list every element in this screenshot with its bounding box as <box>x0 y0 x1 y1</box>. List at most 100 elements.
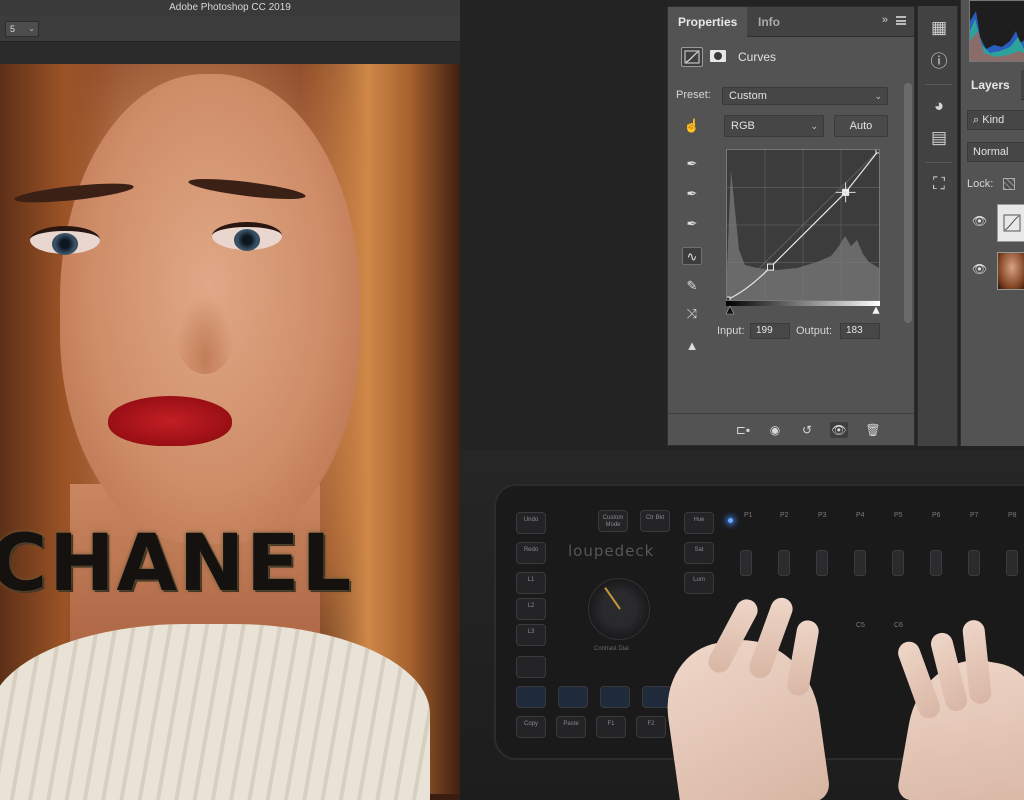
toggle-visibility-icon[interactable]: 👁 <box>830 422 848 438</box>
curve-point-tool-icon[interactable]: ∿ <box>682 247 702 265</box>
ld-key-paste[interactable]: Paste <box>556 716 586 738</box>
preset-value: Custom <box>729 90 767 102</box>
layer-row-background[interactable]: 👁 <box>961 248 1024 294</box>
ld-slider-1[interactable] <box>740 550 752 576</box>
ld-key-col[interactable] <box>516 656 546 678</box>
ld-key-redo[interactable]: Redo <box>516 542 546 564</box>
view-previous-state-icon[interactable]: ◉ <box>766 422 784 438</box>
canvas-gap <box>0 42 460 64</box>
channel-dropdown[interactable]: RGB ⌄ <box>724 115 824 137</box>
ld-key-ctr-bkt[interactable]: Ctr Bkt <box>640 510 670 532</box>
ld-key-l1[interactable]: L1 <box>516 572 546 594</box>
document-canvas-photo[interactable]: CHANEL <box>0 64 460 800</box>
ld-key-hue[interactable]: Hue <box>684 512 714 534</box>
layer-filter-value: Kind <box>982 114 1005 126</box>
black-input-slider-icon <box>725 305 735 315</box>
delete-adjustment-icon[interactable]: 🗑 <box>864 422 882 438</box>
input-label: Input: <box>717 325 745 337</box>
white-point-eyedropper-icon[interactable]: ✒ <box>682 215 702 233</box>
curves-adjustment-icon[interactable] <box>681 47 703 67</box>
contrast-dial[interactable] <box>588 578 650 640</box>
lock-transparency-icon[interactable] <box>1003 178 1015 190</box>
properties-panel-tabs: Properties Info » <box>668 7 914 37</box>
ld-key-undo[interactable]: Undo <box>516 512 546 534</box>
clip-to-layer-icon[interactable]: ⊏▪ <box>734 422 752 438</box>
blend-mode-dropdown[interactable]: Normal <box>967 142 1024 162</box>
color-panel-icon[interactable]: ◕ <box>927 94 951 118</box>
properties-scrollbar[interactable] <box>904 79 912 409</box>
panel-menu-icon[interactable] <box>896 16 906 25</box>
reset-adjustment-icon[interactable]: ↺ <box>798 422 816 438</box>
ld-key-custom-mode[interactable]: Custom Mode <box>598 510 628 532</box>
tool-preset-select[interactable]: 5 ⌄ <box>5 21 39 37</box>
ld-slider-6[interactable] <box>930 550 942 576</box>
layer-filter-dropdown[interactable]: ⌕ Kind <box>967 110 1024 130</box>
ld-slider-2[interactable] <box>778 550 790 576</box>
ld-key-f2[interactable]: F2 <box>636 716 666 738</box>
gray-point-eyedropper-icon[interactable]: ✒ <box>682 185 702 203</box>
clipping-warning-icon[interactable]: ▲ <box>682 337 702 355</box>
curves-graph[interactable] <box>723 146 883 304</box>
adjustment-title: Curves <box>738 50 777 64</box>
ld-fkey-p8: P8 <box>1008 512 1017 519</box>
info-panel-icon[interactable]: ⓘ <box>927 50 951 74</box>
ld-key-blue-2[interactable] <box>558 686 588 708</box>
properties-footer: ⊏▪ ◉ ↺ 👁 🗑 <box>668 413 914 445</box>
ld-fkey-p7: P7 <box>970 512 979 519</box>
ld-slider-3[interactable] <box>816 550 828 576</box>
chevron-down-icon: ⌄ <box>874 91 882 101</box>
chevron-down-icon: ⌄ <box>28 24 35 33</box>
black-point-eyedropper-icon[interactable]: ✒ <box>682 155 702 173</box>
tool-options-bar: 5 ⌄ <box>0 16 460 42</box>
ld-key-l3[interactable]: L3 <box>516 624 546 646</box>
ld-slider-7[interactable] <box>968 550 980 576</box>
tool-preset-value: 5 <box>10 24 16 34</box>
tab-info[interactable]: Info <box>748 7 790 37</box>
ld-slider-8[interactable] <box>1006 550 1018 576</box>
photoshop-document-window: Adobe Photoshop CC 2019 5 ⌄ CHANEL <box>0 0 460 800</box>
pencil-draw-icon[interactable]: ✎ <box>682 277 702 295</box>
swatches-panel-icon[interactable]: ▤ <box>927 126 951 150</box>
ld-fkey-p5: P5 <box>894 512 903 519</box>
smooth-curve-icon[interactable]: ⤨ <box>682 305 702 323</box>
auto-button[interactable]: Auto <box>834 115 888 137</box>
ld-key-copy[interactable]: Copy <box>516 716 546 738</box>
photo-choker-lettering: CHANEL <box>0 519 354 609</box>
ld-key-blue-1[interactable] <box>516 686 546 708</box>
ld-key-l2[interactable]: L2 <box>516 598 546 620</box>
preset-dropdown[interactable]: Custom ⌄ <box>722 87 888 105</box>
eye-icon[interactable]: 👁 <box>972 214 987 228</box>
layer-mask-icon[interactable] <box>708 47 730 67</box>
photo-eye-right <box>212 222 282 251</box>
ld-slider-5[interactable] <box>892 550 904 576</box>
adjustments-panel-icon[interactable]: ▦ <box>927 16 951 40</box>
ld-key-sat[interactable]: Sat <box>684 542 714 564</box>
eye-icon[interactable]: 👁 <box>972 262 987 276</box>
clone-source-panel-icon[interactable]: ⛶ <box>927 172 951 196</box>
tab-layers[interactable]: Layers <box>961 70 1021 100</box>
loupedeck-logo: loupedeck <box>568 542 655 560</box>
ld-key-blue-3[interactable] <box>600 686 630 708</box>
ld-slider-4[interactable] <box>854 550 866 576</box>
output-value-field[interactable]: 183 <box>840 323 880 339</box>
app-titlebar: Adobe Photoshop CC 2019 <box>0 0 460 16</box>
layer-row-curves[interactable]: 👁 <box>961 200 1024 246</box>
lock-label: Lock: <box>967 178 994 190</box>
tab-properties[interactable]: Properties <box>668 7 748 37</box>
collapse-panel-icon[interactable]: » <box>882 14 888 26</box>
input-value-field[interactable]: 199 <box>750 323 790 339</box>
layers-panel-tabs: Layers <box>961 70 1024 100</box>
output-label: Output: <box>796 325 833 337</box>
ld-fkey-p3: P3 <box>818 512 827 519</box>
ld-fkey-p1: P1 <box>744 512 753 519</box>
photo-sweater <box>0 624 430 800</box>
input-sliders[interactable] <box>722 305 884 315</box>
panel-icon-strip: ▦ ⓘ ◕ ▤ ⛶ <box>917 6 958 446</box>
ld-key-f1[interactable]: F1 <box>596 716 626 738</box>
properties-scrollbar-thumb[interactable] <box>904 83 912 323</box>
ld-key-lum[interactable]: Lum <box>684 572 714 594</box>
strip-divider <box>925 84 952 85</box>
on-image-adjust-icon[interactable]: ☝ <box>682 117 702 135</box>
search-icon: ⌕ <box>973 114 980 126</box>
ld-fkey-p4: P4 <box>856 512 865 519</box>
